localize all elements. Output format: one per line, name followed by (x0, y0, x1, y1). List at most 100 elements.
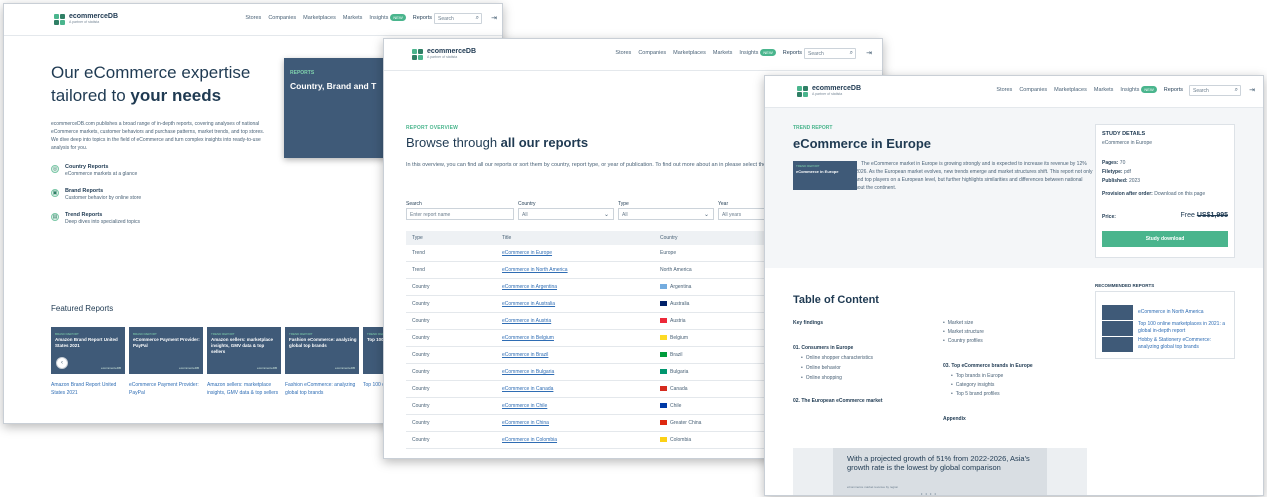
hero-card-title: Country, Brand and T (290, 81, 377, 91)
search-placeholder: Search (808, 51, 824, 57)
logout-icon[interactable]: ⇥ (1249, 86, 1255, 94)
featured-card[interactable]: TREND REPORT Amazon sellers: marketplace… (207, 327, 281, 374)
pages-label: Pages: (1102, 160, 1119, 166)
nav-insights[interactable]: Insights NEW (739, 49, 776, 56)
ecommercedb-logo[interactable]: ecommerceDB A partner of statista (54, 13, 118, 25)
carousel-prev-button[interactable]: ‹ (56, 357, 68, 369)
row-type: Country (412, 420, 430, 426)
nav-stores[interactable]: Stores (615, 50, 631, 56)
ecommercedb-logo[interactable]: ecommerceDB A partner of statista (797, 85, 861, 97)
featured-card[interactable]: BRAND REPORT eCommerce Payment Provider:… (129, 327, 203, 374)
nav-insights[interactable]: Insights NEW (1120, 86, 1157, 93)
nav-companies[interactable]: Companies (268, 15, 296, 21)
search-icon[interactable]: ⌕ (850, 50, 853, 57)
study-published: Published: 2023 (1102, 178, 1140, 184)
banner-caption: eCommerce market revenue by region (847, 485, 899, 489)
country-flag-icon (660, 420, 667, 425)
featured-link[interactable]: eCommerce Payment Provider: PayPal (129, 381, 203, 397)
ecommercedb-logo[interactable]: ecommerceDB A partner of statista (412, 48, 476, 60)
recommended-thumbnail (1102, 305, 1133, 320)
toc-item: Country profiles (943, 338, 983, 344)
row-title-link[interactable]: eCommerce in China (502, 420, 549, 426)
row-title-link[interactable]: eCommerce in Austria (502, 318, 551, 324)
recommended-link[interactable]: eCommerce in North America (1138, 309, 1230, 316)
nav-marketplaces[interactable]: Marketplaces (303, 15, 336, 21)
search-icon[interactable]: ⌕ (1235, 87, 1238, 94)
row-country: Greater China (660, 420, 701, 426)
nav-markets[interactable]: Markets (343, 15, 363, 21)
row-type: Trend (412, 250, 425, 256)
feature-country-reports[interactable]: ◎ Country Reports eCommerce markets at a … (51, 164, 137, 178)
country-select-value: All (522, 212, 528, 218)
country-flag-icon (660, 284, 667, 289)
type-select-value: All (622, 212, 628, 218)
logo-subtitle: A partner of statista (69, 20, 100, 24)
report-title: eCommerce in Europe (793, 136, 931, 151)
row-title-link[interactable]: eCommerce in Brazil (502, 352, 548, 358)
toc-section-1: 01. Consumers in Europe (793, 345, 854, 351)
header-type[interactable]: Type (412, 235, 423, 241)
country-select[interactable]: All ⌄ (518, 208, 614, 220)
row-title-link[interactable]: eCommerce in Argentina (502, 284, 557, 290)
row-country-name: Bulgaria (670, 369, 689, 375)
recommended-item[interactable]: eCommerce in North America (1102, 305, 1230, 321)
header-country[interactable]: Country (660, 235, 678, 241)
row-title-link[interactable]: eCommerce in Europe (502, 250, 552, 256)
nav-reports[interactable]: Reports (1164, 87, 1183, 93)
search-input[interactable]: Search ⌕ (1189, 85, 1241, 96)
feature-brand-reports[interactable]: ▣ Brand Reports Customer behavior by onli… (51, 188, 141, 202)
insight-banner[interactable]: With a projected growth of 51% from 2022… (793, 448, 1087, 495)
recommended-link[interactable]: Top 100 online marketplaces in 2021: a g… (1138, 321, 1230, 335)
type-select[interactable]: All ⌄ (618, 208, 714, 220)
row-title-link[interactable]: eCommerce in North America (502, 267, 568, 273)
nav-companies[interactable]: Companies (638, 50, 666, 56)
search-input[interactable]: Search ⌕ (434, 13, 482, 24)
type-filter-label: Type (618, 201, 629, 207)
featured-link[interactable]: Amazon Brand Report United States 2021 (51, 381, 125, 397)
report-search-input[interactable]: Enter report name (406, 208, 514, 220)
nav-marketplaces[interactable]: Marketplaces (673, 50, 706, 56)
search-input[interactable]: Search ⌕ (804, 48, 856, 59)
nav-stores[interactable]: Stores (245, 15, 261, 21)
nav-insights[interactable]: Insights NEW (369, 14, 406, 21)
nav-marketplaces[interactable]: Marketplaces (1054, 87, 1087, 93)
recommended-item[interactable]: Hobby & Stationery eCommerce: analyzing … (1102, 337, 1230, 353)
toc-title: Table of Content (793, 294, 879, 306)
search-icon[interactable]: ⌕ (476, 15, 479, 22)
nav-reports[interactable]: Reports (783, 50, 802, 56)
nav-markets[interactable]: Markets (713, 50, 733, 56)
row-title-link[interactable]: eCommerce in Australia (502, 301, 555, 307)
nav-stores[interactable]: Stores (996, 87, 1012, 93)
logout-icon[interactable]: ⇥ (491, 14, 497, 22)
row-title-link[interactable]: eCommerce in Canada (502, 386, 553, 392)
logo-icon (54, 13, 65, 25)
row-title-link[interactable]: eCommerce in Colombia (502, 437, 557, 443)
recommended-link[interactable]: Hobby & Stationery eCommerce: analyzing … (1138, 337, 1230, 351)
recommended-list: eCommerce in North America Top 100 onlin… (1095, 291, 1235, 359)
study-download-button[interactable]: Study download (1102, 231, 1228, 247)
header-title[interactable]: Title (502, 235, 511, 241)
nav-markets[interactable]: Markets (1094, 87, 1114, 93)
chevron-down-icon: ⌄ (703, 212, 709, 218)
nav-companies[interactable]: Companies (1019, 87, 1047, 93)
row-country: Austria (660, 318, 686, 324)
nav-reports[interactable]: Reports (413, 15, 432, 21)
logout-icon[interactable]: ⇥ (866, 49, 872, 57)
recommended-item[interactable]: Top 100 online marketplaces in 2021: a g… (1102, 321, 1230, 337)
carousel-dots[interactable]: • • • • (921, 491, 937, 495)
price-free: Free (1180, 212, 1195, 219)
nav-menu: Stores Companies Marketplaces Markets In… (245, 14, 432, 21)
hero-card-kicker: REPORTS (290, 70, 315, 76)
featured-link[interactable]: Amazon sellers: marketplace insights, GM… (207, 381, 281, 397)
recommended-title: RECOMMENDED REPORTS (1095, 283, 1155, 288)
featured-link[interactable]: Fashion eCommerce: analyzing global top … (285, 381, 359, 397)
row-title-link[interactable]: eCommerce in Chile (502, 403, 547, 409)
featured-card[interactable]: TREND REPORT Fashion eCommerce: analyzin… (285, 327, 359, 374)
row-title-link[interactable]: eCommerce in Belgium (502, 335, 554, 341)
row-title-link[interactable]: eCommerce in Bulgaria (502, 369, 554, 375)
row-country-name: North America (660, 267, 692, 273)
recommended-thumbnail (1102, 321, 1133, 336)
feature-trend-reports[interactable]: ▤ Trend Reports Deep dives into specializ… (51, 212, 140, 226)
top-navigation: ecommerceDB A partner of statista Stores… (384, 39, 882, 71)
logo-text: ecommerceDB (69, 13, 119, 20)
